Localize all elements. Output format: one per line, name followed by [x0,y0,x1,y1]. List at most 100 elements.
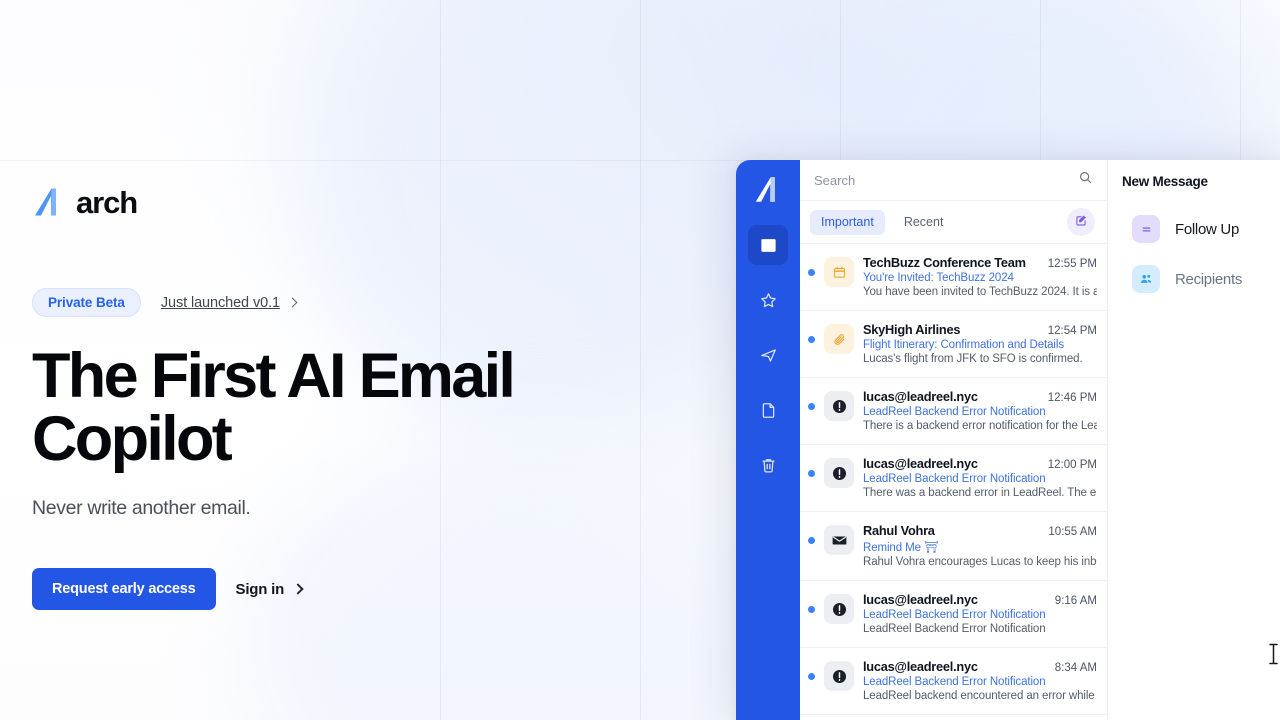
email-time: 12:00 PM [1047,459,1097,471]
email-preview: LeadReel Backend Error Notification [863,623,1046,635]
chevron-right-icon [292,583,304,595]
pane-title: New Message [1122,174,1208,189]
launch-note-label: Just launched v0.1 [160,294,280,311]
inbox-icon [759,236,778,255]
private-beta-badge: Private Beta [32,288,141,317]
sidebar-arch-logo-icon [753,175,783,225]
unread-dot [808,606,815,613]
compose-button[interactable] [1067,208,1095,236]
trash-icon [759,456,778,475]
email-content: Rahul Vohra 10:55 AM Remind Me ⛩ Rahul Vohr… [863,523,1097,568]
email-app-window: Important Recent TechBuzz Conference Tea… [736,160,1280,720]
alert-icon [824,458,854,488]
email-subject: LeadReel Backend Error Notification [863,406,1046,418]
new-message-pane: New Message Follow Up Recipients [1108,160,1280,720]
email-time: 8:34 AM [1054,662,1097,674]
email-sender: lucas@leadreel.nyc [863,592,978,607]
tab-recent[interactable]: Recent [893,210,955,235]
unread-dot [808,673,815,680]
email-time: 12:46 PM [1047,392,1097,404]
pane-label-follow-up: Follow Up [1175,220,1239,238]
email-subject: LeadReel Backend Error Notification [863,676,1046,688]
email-preview: LeadReel backend encountered an error wh… [863,690,1097,702]
email-list-item[interactable]: lucas@leadreel.nyc 8:34 AM LeadReel Backen… [800,648,1107,715]
tab-important[interactable]: Important [810,209,885,235]
unread-dot [808,470,815,477]
brand-name: arch [76,184,138,220]
unread-dot [808,269,815,276]
sidebar-item-starred[interactable] [748,280,788,320]
email-sender: SkyHigh Airlines [863,322,961,337]
sidebar-item-trash[interactable] [748,445,788,485]
email-preview: Lucas's flight from JFK to SFO is confir… [863,353,1083,365]
email-content: SkyHigh Airlines 12:54 PM Flight Itinerary… [863,322,1097,365]
document-icon [759,401,778,420]
alert-icon [824,661,854,691]
calendar-icon [824,257,854,287]
text-cursor-icon [1268,643,1279,670]
sign-in-label: Sign in [235,580,285,598]
email-sender: lucas@leadreel.nyc [863,389,978,404]
email-content: lucas@leadreel.nyc 12:46 PM LeadReel Backe… [863,389,1097,432]
hero-subhead: Never write another email. [32,497,251,519]
search-bar [800,160,1107,201]
email-list-column: Important Recent TechBuzz Conference Tea… [800,160,1108,720]
email-content: lucas@leadreel.nyc 12:00 PM LeadReel Backe… [863,456,1097,499]
search-icon[interactable] [1078,170,1093,190]
unread-dot [808,537,815,544]
email-sender: Rahul Vohra [863,523,935,538]
email-list-item[interactable]: TechBuzz Conference Team 12:55 PM You're I… [800,244,1107,311]
alert-icon [824,594,854,624]
unread-dot [808,336,815,343]
search-input[interactable] [814,172,1078,188]
email-preview: You have been invited to TechBuzz 2024. … [863,286,1097,298]
email-header-row: SkyHigh Airlines 12:54 PM [863,322,1097,337]
email-subject: You're Invited: TechBuzz 2024 [863,272,1014,284]
email-subject: LeadReel Backend Error Notification [863,473,1046,485]
send-icon [759,346,778,365]
sidebar-item-sent[interactable] [748,335,788,375]
launch-note-link[interactable]: Just launched v0.1 [160,294,298,311]
email-content: TechBuzz Conference Team 12:55 PM You're I… [863,255,1097,298]
email-time: 9:16 AM [1054,595,1097,607]
email-time: 12:55 PM [1047,258,1097,270]
email-sender: lucas@leadreel.nyc [863,456,978,471]
envelope-icon [824,525,854,555]
request-early-access-button[interactable]: Request early access [32,568,216,610]
email-header-row: lucas@leadreel.nyc 12:00 PM [863,456,1097,471]
email-list-item[interactable]: SkyHigh Airlines 12:54 PM Flight Itinerary… [800,311,1107,378]
star-icon [759,291,778,310]
sidebar-item-inbox[interactable] [748,225,788,265]
email-header-row: Rahul Vohra 10:55 AM [863,523,1097,538]
email-time: 10:55 AM [1048,526,1097,538]
sidebar-item-drafts[interactable] [748,390,788,430]
email-list-item[interactable]: lucas@leadreel.nyc 12:46 PM LeadReel Backe… [800,378,1107,445]
compose-pencil-icon [1074,213,1088,232]
email-list[interactable]: TechBuzz Conference Team 12:55 PM You're I… [800,244,1107,720]
email-header-row: lucas@leadreel.nyc 12:46 PM [863,389,1097,404]
menu-lines-icon [1132,215,1160,243]
email-content: lucas@leadreel.nyc 8:34 AM LeadReel Backen… [863,659,1097,702]
email-subject: LeadReel Backend Error Notification [863,609,1046,621]
email-subject: Flight Itinerary: Confirmation and Detai… [863,339,1064,351]
email-list-item[interactable]: Rahul Vohra 10:55 AM Remind Me ⛩ Rahul Vohr… [800,512,1107,581]
sign-in-button[interactable]: Sign in [235,580,304,598]
email-preview: There is a backend error notification fo… [863,420,1097,432]
hero-eyebrow: Private Beta Just launched v0.1 [32,288,692,317]
pane-row-follow-up[interactable]: Follow Up [1132,215,1272,243]
page-title: The First AI Email Copilot [32,341,516,474]
email-list-item[interactable]: lucas@leadreel.nyc 9:16 AM LeadReel Backen… [800,581,1107,648]
email-preview: Rahul Vohra encourages Lucas to keep his… [863,556,1097,568]
email-sender: TechBuzz Conference Team [863,255,1026,270]
email-list-item[interactable]: lucas@leadreel.nyc 12:00 PM LeadReel Backe… [800,445,1107,512]
hero-cta-row: Request early access Sign in [32,568,692,610]
app-sidebar-rail [736,160,800,720]
paperclip-icon [824,324,854,354]
people-icon [1132,265,1160,293]
pane-label-recipients: Recipients [1175,270,1243,288]
alert-icon [824,391,854,421]
brand-lockup: arch [32,186,692,218]
email-sender: lucas@leadreel.nyc [863,659,978,674]
unread-dot [808,403,815,410]
pane-row-recipients[interactable]: Recipients [1132,265,1272,293]
